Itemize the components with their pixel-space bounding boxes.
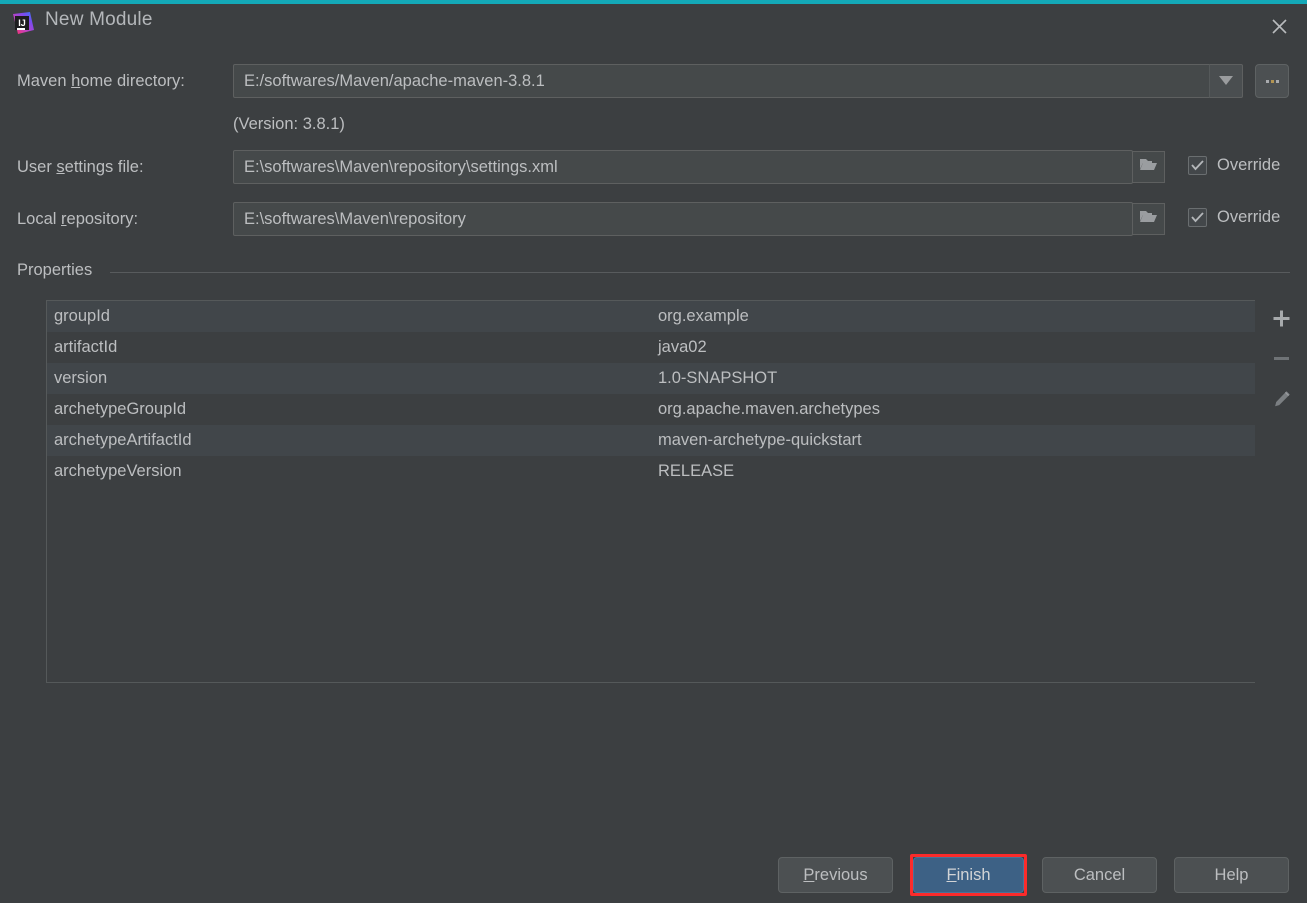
finish-button[interactable]: Finish xyxy=(913,857,1024,893)
previous-button[interactable]: Previous xyxy=(778,857,893,893)
plus-icon xyxy=(1272,309,1291,333)
user-settings-file-label: User settings file: xyxy=(17,158,144,176)
maven-version-note: (Version: 3.8.1) xyxy=(233,115,345,133)
folder-icon xyxy=(1139,209,1158,229)
user-settings-browse-button[interactable] xyxy=(1132,151,1165,183)
local-repository-input[interactable]: E:\softwares\Maven\repository xyxy=(233,202,1133,236)
user-settings-override-checkbox[interactable]: Override xyxy=(1188,156,1280,175)
help-button[interactable]: Help xyxy=(1174,857,1289,893)
cancel-button[interactable]: Cancel xyxy=(1042,857,1157,893)
ellipsis-icon xyxy=(1265,79,1279,83)
checkbox-checked-icon xyxy=(1188,156,1207,175)
property-key: archetypeGroupId xyxy=(54,400,187,418)
maven-home-browse-button[interactable] xyxy=(1255,64,1289,98)
pencil-icon xyxy=(1272,389,1292,414)
property-key: groupId xyxy=(54,307,110,325)
property-key: version xyxy=(54,369,108,387)
minus-icon xyxy=(1272,349,1291,373)
property-key: artifactId xyxy=(54,338,118,356)
property-key: archetypeArtifactId xyxy=(54,431,192,449)
new-module-dialog: IJ New Module Maven home directory: E:/s… xyxy=(0,0,1307,903)
table-row[interactable]: version 1.0-SNAPSHOT xyxy=(47,363,1255,394)
table-row[interactable]: archetypeVersion RELEASE xyxy=(47,456,1255,487)
property-value: org.apache.maven.archetypes xyxy=(658,400,880,418)
svg-text:IJ: IJ xyxy=(18,18,26,28)
close-icon[interactable] xyxy=(1259,10,1299,42)
properties-section-label: Properties xyxy=(17,261,101,280)
chevron-down-icon xyxy=(1219,72,1233,90)
properties-section-divider xyxy=(110,272,1290,273)
dialog-titlebar: IJ New Module xyxy=(0,4,1307,50)
property-value: maven-archetype-quickstart xyxy=(658,431,862,449)
property-value: java02 xyxy=(658,338,707,356)
table-row[interactable]: artifactId java02 xyxy=(47,332,1255,363)
local-repository-browse-button[interactable] xyxy=(1132,203,1165,235)
remove-property-button[interactable] xyxy=(1265,346,1299,376)
maven-home-dropdown-button[interactable] xyxy=(1209,64,1243,98)
table-row[interactable]: archetypeArtifactId maven-archetype-quic… xyxy=(47,425,1255,456)
user-settings-override-label: Override xyxy=(1217,156,1281,174)
edit-property-button[interactable] xyxy=(1265,386,1299,416)
local-repository-label: Local repository: xyxy=(17,210,139,228)
properties-table[interactable]: groupId org.example artifactId java02 ve… xyxy=(46,300,1255,683)
table-row[interactable]: groupId org.example xyxy=(47,301,1255,332)
dialog-title: New Module xyxy=(45,9,153,30)
property-value: org.example xyxy=(658,307,749,325)
local-repository-override-checkbox[interactable]: Override xyxy=(1188,208,1280,227)
folder-icon xyxy=(1139,157,1158,177)
property-value: 1.0-SNAPSHOT xyxy=(658,369,778,387)
local-repository-override-label: Override xyxy=(1217,208,1281,226)
property-key: archetypeVersion xyxy=(54,462,182,480)
checkbox-checked-icon xyxy=(1188,208,1207,227)
add-property-button[interactable] xyxy=(1265,306,1299,336)
intellij-idea-icon: IJ xyxy=(10,10,36,36)
properties-table-toolbar xyxy=(1256,300,1307,683)
property-value: RELEASE xyxy=(658,462,735,480)
table-row[interactable]: archetypeGroupId org.apache.maven.archet… xyxy=(47,394,1255,425)
user-settings-file-input[interactable]: E:\softwares\Maven\repository\settings.x… xyxy=(233,150,1133,184)
maven-home-directory-input[interactable]: E:/softwares/Maven/apache-maven-3.8.1 xyxy=(233,64,1242,98)
maven-home-directory-label: Maven home directory: xyxy=(17,72,185,90)
